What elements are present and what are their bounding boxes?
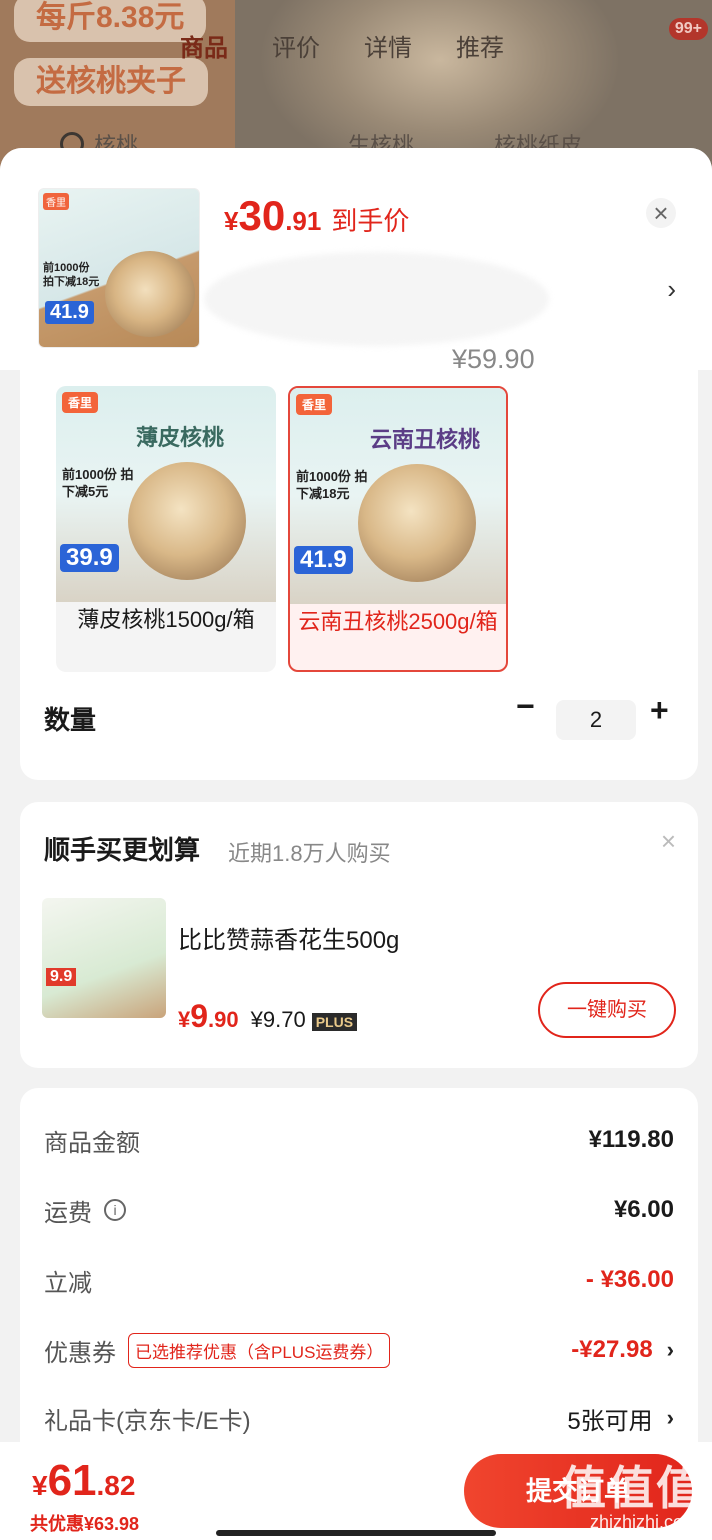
goods-amount-label: 商品金额 [44,1129,140,1157]
spec-option-selected[interactable]: 香里 云南丑核桃 前1000份 拍下减18元 41.9 云南丑核桃2500g/箱 [288,386,508,672]
instant-discount-row: 立减 - ¥36.00 [44,1260,674,1300]
thumb-price: 41.9 [45,301,94,324]
price-decimal: .90 [208,1007,239,1032]
coupon-tag: 已选推荐优惠（含PLUS运费券） [128,1332,391,1368]
purchase-sheet: 香里 前1000份 拍下减18元 41.9 ¥ 30 .91 到手价 × › ¥… [0,148,712,1540]
product-header: 香里 前1000份 拍下减18元 41.9 ¥ 30 .91 到手价 × › [0,148,712,370]
info-icon[interactable]: i [104,1199,126,1221]
background-tag: 每斤8.38元 [14,0,207,42]
price-integer: 9 [190,998,209,1034]
addon-product-image: 9.9 [42,898,166,1018]
product-thumbnail: 香里 前1000份 拍下减18元 41.9 [38,188,200,348]
spec-option[interactable]: 香里 薄皮核桃 前1000份 拍下减5元 39.9 薄皮核桃1500g/箱 [56,386,276,672]
background-tag: 送核桃夹子 [14,58,208,106]
brand-logo: 香里 [296,394,333,415]
quantity-input[interactable]: 2 [556,700,636,740]
currency-symbol: ¥ [32,1470,48,1501]
addon-title: 顺手买更划算 [44,835,201,865]
home-indicator [216,1530,496,1536]
currency-symbol: ¥ [224,206,239,236]
chevron-right-icon: › [666,1337,674,1362]
giftcard-label: 礼品卡(京东卡/E卡) [44,1407,251,1435]
walnut-image [105,251,195,337]
tab-recommend: 推荐 [456,35,504,62]
background-page: 每斤8.38元 送核桃夹子 商品 评价 详情 推荐 99+ 核桃 生核桃 核桃纸… [0,0,712,170]
spec-label: 薄皮核桃1500g/箱 [77,607,255,632]
background-tabs: 商品 评价 详情 推荐 [180,28,504,63]
price-integer: 30 [238,192,286,239]
price-decimal: .82 [96,1470,136,1501]
addon-recommendation: 顺手买更划算 近期1.8万人购买 × 9.9 比比赞蒜香花生500g ¥9.90… [20,802,698,1068]
price-integer: 61 [47,1456,97,1505]
one-click-buy-button[interactable]: 一键购买 [538,982,676,1038]
thumb-promo-text: 前1000份 拍下减18元 [43,262,100,288]
price-decimal: .91 [285,206,322,236]
addon-image-price: 9.9 [46,968,77,986]
cart-badge: 99+ [668,18,708,40]
watermark-logo: 值值值 [560,1462,704,1514]
tab-reviews: 评价 [272,35,320,62]
spec-image-price: 39.9 [60,544,119,572]
quantity-decrease-button[interactable]: − [516,688,535,725]
addon-price-main: ¥9.90 [178,998,239,1035]
quantity-increase-button[interactable]: + [650,692,669,729]
shipping-row: 运费 i ¥6.00 [44,1190,674,1230]
address-blurred [204,252,549,346]
price-label: 到手价 [331,206,410,236]
addon-price: ¥9.90 ¥9.70 PLUS [178,998,358,1035]
total-price: ¥ 61 .82 [32,1456,135,1506]
spec-image: 香里 云南丑核桃 前1000份 拍下减18元 41.9 [290,388,506,604]
chevron-right-icon[interactable]: › [667,274,676,305]
instant-discount-label: 立减 [44,1269,92,1297]
shipping-label: 运费 [44,1199,92,1227]
brand-logo: 香里 [43,193,69,210]
spec-image-price: 41.9 [294,546,353,574]
spec-label: 云南丑核桃2500g/箱 [298,609,498,634]
watermark-site: zhizhizhi.com [589,1512,698,1532]
shipping-value: ¥6.00 [613,1196,674,1223]
addon-product-name: 比比赞蒜香花生500g [178,927,400,954]
tab-details: 详情 [364,35,412,62]
plus-badge: PLUS [311,1013,358,1031]
close-icon[interactable]: × [661,826,676,857]
walnut-image [128,462,246,580]
spec-panel: 香里 薄皮核桃 前1000份 拍下减5元 39.9 薄皮核桃1500g/箱 香里… [20,370,698,780]
total-saved: 共优惠¥63.98 [30,1514,140,1534]
quantity-label: 数量 [44,705,97,735]
spec-image: 香里 薄皮核桃 前1000份 拍下减5元 39.9 [56,386,276,602]
plus-price: ¥9.70 [250,1007,306,1032]
final-price: ¥ 30 .91 到手价 [224,192,409,240]
currency-symbol: ¥ [178,1007,191,1032]
instant-discount-value: - ¥36.00 [585,1266,674,1293]
coupon-label: 优惠券 [44,1339,116,1367]
spec-box-title: 云南丑核桃 [370,427,481,452]
addon-subtitle: 近期1.8万人购买 [228,841,391,866]
giftcard-value: 5张可用 [567,1407,653,1435]
coupon-value: -¥27.98 [571,1336,653,1363]
spec-promo-text: 前1000份 拍下减5元 [62,467,134,499]
spec-box-title: 薄皮核桃 [136,425,225,450]
giftcard-row[interactable]: 礼品卡(京东卡/E卡) 5张可用 › [44,1398,674,1438]
brand-logo: 香里 [62,392,99,413]
coupon-row[interactable]: 优惠券 已选推荐优惠（含PLUS运费券） -¥27.98 › [44,1330,674,1370]
goods-amount-value: ¥119.80 [588,1126,674,1153]
chevron-right-icon: › [666,1405,674,1430]
tab-goods: 商品 [180,35,228,62]
walnut-image [358,464,476,582]
close-icon[interactable]: × [646,198,676,228]
goods-amount-row: 商品金额 ¥119.80 [44,1120,674,1160]
